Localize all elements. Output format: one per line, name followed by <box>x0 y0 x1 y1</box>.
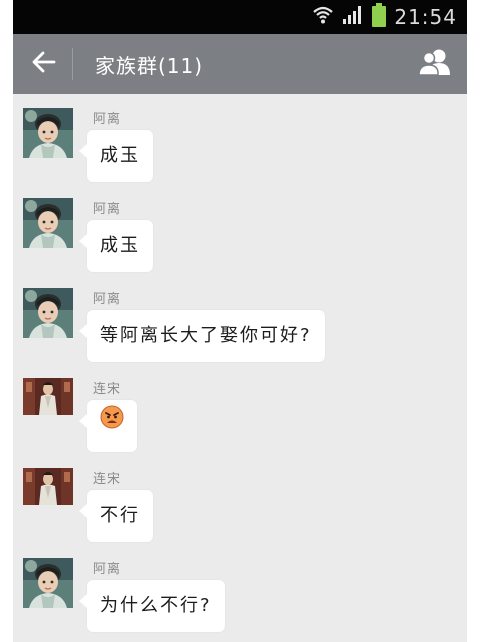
signal-icon <box>342 5 364 29</box>
group-members-icon <box>417 48 453 80</box>
status-bar: 21:54 <box>13 0 467 34</box>
angry-face-emoji <box>100 398 124 450</box>
phone-screen: 21:54 家族群(11) 阿离 成玉 阿离 成玉 阿离 等阿离长大了娶你可好?… <box>13 0 467 642</box>
sender-name: 阿离 <box>93 112 122 127</box>
header-divider <box>72 48 73 80</box>
sender-name: 连宋 <box>93 472 122 487</box>
sender-name: 连宋 <box>93 382 122 397</box>
status-time: 21:54 <box>394 5 457 29</box>
sender-name: 阿离 <box>93 202 122 217</box>
avatar-ali[interactable] <box>23 108 73 158</box>
avatar-ali[interactable] <box>23 288 73 338</box>
group-members-button[interactable] <box>415 47 455 81</box>
avatar-ali[interactable] <box>23 558 73 608</box>
avatar-liansong[interactable] <box>23 378 73 415</box>
back-button[interactable] <box>27 48 61 80</box>
message-bubble[interactable] <box>79 398 137 452</box>
back-arrow-icon <box>32 51 56 77</box>
chat-title: 家族群(11) <box>95 54 204 78</box>
status-icons: 21:54 <box>312 3 457 31</box>
message-bubble[interactable]: 为什么不行? <box>79 580 225 632</box>
avatar-liansong[interactable] <box>23 468 73 505</box>
message-bubble[interactable]: 成玉 <box>79 220 153 272</box>
message-bubble[interactable]: 成玉 <box>79 130 153 182</box>
message-bubble[interactable]: 等阿离长大了娶你可好? <box>79 310 325 362</box>
message-bubble[interactable]: 不行 <box>79 490 153 542</box>
wifi-icon <box>312 4 334 30</box>
sender-name: 阿离 <box>93 562 122 577</box>
battery-icon <box>372 3 387 31</box>
chat-message-list[interactable]: 阿离 成玉 阿离 成玉 阿离 等阿离长大了娶你可好? 连宋 连宋 不行 阿离 为… <box>13 94 467 642</box>
avatar-ali[interactable] <box>23 198 73 248</box>
chat-header: 家族群(11) <box>13 34 467 94</box>
sender-name: 阿离 <box>93 292 122 307</box>
